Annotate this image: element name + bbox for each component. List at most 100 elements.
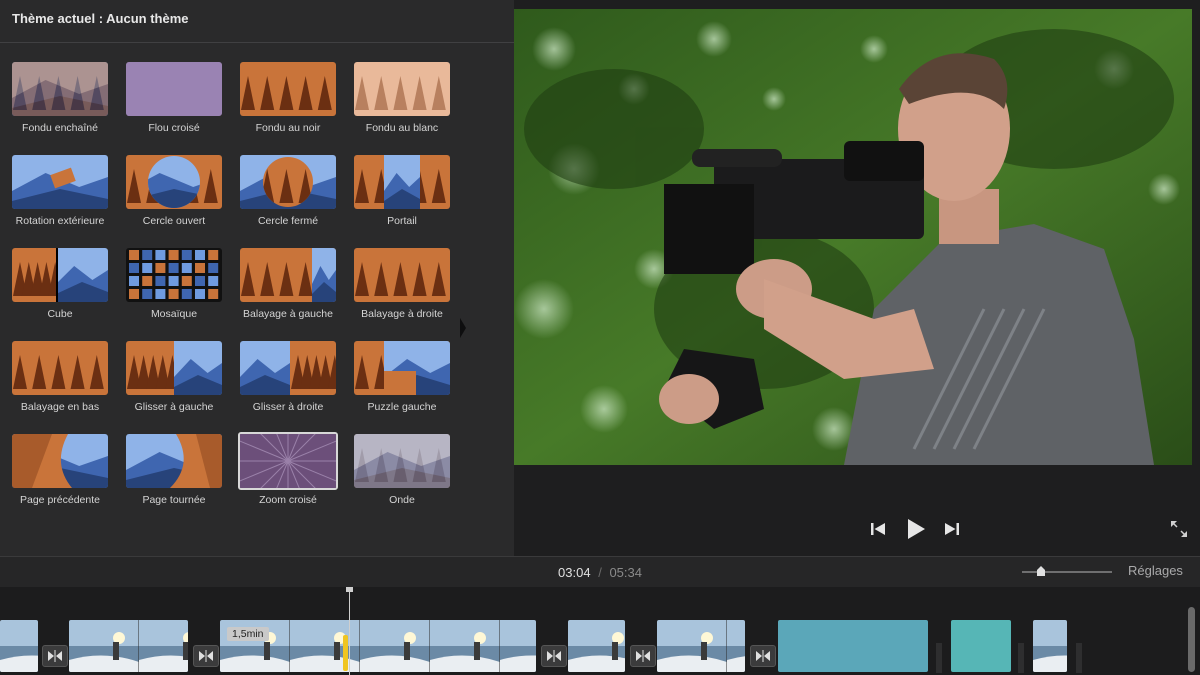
skip-forward-icon[interactable]	[944, 522, 960, 536]
vertical-scrollbar[interactable]	[1188, 607, 1195, 672]
clip-gap	[1076, 643, 1082, 673]
transition-label: Fondu au blanc	[365, 122, 439, 134]
zoom-slider-knob[interactable]	[1036, 565, 1046, 577]
transition-tile[interactable]: Balayage à droite	[352, 248, 452, 324]
transition-tile[interactable]: Balayage à gauche	[238, 248, 338, 324]
panel-divider-handle[interactable]	[460, 318, 466, 338]
transition-tile[interactable]: Fondu enchaîné	[10, 62, 110, 138]
transition-label: Portail	[387, 215, 417, 227]
settings-button[interactable]: Réglages	[1128, 563, 1183, 578]
video-clip[interactable]	[951, 620, 1011, 672]
transition-label: Rotation extérieure	[15, 215, 105, 227]
transition-label: Glisser à gauche	[134, 401, 214, 413]
transition-tile[interactable]: Fondu au blanc	[352, 62, 452, 138]
total-time: 05:34	[609, 565, 642, 580]
transition-tile[interactable]: Zoom croisé	[238, 432, 338, 510]
transition-thumbnail[interactable]	[126, 248, 222, 302]
transition-label: Onde	[389, 494, 415, 506]
clip-gap	[1018, 643, 1024, 673]
transition-thumbnail[interactable]	[354, 248, 450, 302]
transition-marker-icon[interactable]	[193, 645, 219, 667]
fullscreen-icon[interactable]	[1170, 520, 1188, 538]
transition-thumbnail[interactable]	[354, 155, 450, 209]
transitions-grid: Fondu enchaîné Flou croisé Fondu au noir Fo…	[10, 62, 470, 522]
playhead-handle[interactable]	[346, 587, 353, 592]
transition-thumbnail[interactable]	[354, 341, 450, 395]
time-separator: /	[598, 565, 602, 580]
timeline: 1,5min	[0, 587, 1200, 675]
transition-thumbnail[interactable]	[126, 341, 222, 395]
skip-back-icon[interactable]	[870, 522, 886, 536]
transition-label: Glisser à droite	[252, 401, 324, 413]
transition-thumbnail[interactable]	[12, 155, 108, 209]
playback-controls	[514, 512, 1200, 548]
transition-tile[interactable]: Page précédente	[10, 434, 110, 510]
transition-tile[interactable]: Page tournée	[124, 434, 224, 510]
clip-trim-handle[interactable]	[343, 635, 348, 671]
transition-label: Cube	[47, 308, 73, 320]
current-time: 03:04	[558, 565, 591, 580]
viewer-image	[514, 9, 1192, 465]
video-clip[interactable]	[69, 620, 188, 672]
transition-label: Balayage en bas	[20, 401, 100, 413]
transition-label: Zoom croisé	[259, 494, 317, 506]
theme-header: Thème actuel : Aucun thème	[0, 0, 514, 43]
transition-label: Cercle ouvert	[142, 215, 206, 227]
duration-tag: 1,5min	[227, 627, 269, 641]
transition-marker-icon[interactable]	[42, 645, 68, 667]
transition-label: Balayage à droite	[361, 308, 443, 320]
transition-thumbnail[interactable]	[126, 155, 222, 209]
transition-tile[interactable]: Fondu au noir	[238, 62, 338, 138]
theme-title[interactable]: Thème actuel : Aucun thème	[12, 11, 189, 26]
transition-tile[interactable]: Onde	[352, 434, 452, 510]
playhead[interactable]	[349, 587, 350, 675]
transition-thumbnail[interactable]	[12, 434, 108, 488]
transition-thumbnail[interactable]	[354, 434, 450, 488]
transition-label: Cercle fermé	[257, 215, 319, 227]
transition-tile[interactable]: Cercle ouvert	[124, 155, 224, 231]
transition-thumbnail[interactable]	[126, 62, 222, 116]
transition-label: Page tournée	[142, 494, 206, 506]
transition-thumbnail[interactable]	[12, 341, 108, 395]
viewer	[514, 0, 1200, 556]
transition-thumbnail[interactable]	[240, 248, 336, 302]
play-icon[interactable]	[906, 518, 926, 540]
transition-tile[interactable]: Rotation extérieure	[10, 155, 110, 231]
transition-thumbnail[interactable]	[240, 341, 336, 395]
transition-tile[interactable]: Mosaïque	[124, 248, 224, 324]
transition-tile[interactable]: Cercle fermé	[238, 155, 338, 231]
transition-tile[interactable]: Portail	[352, 155, 452, 231]
transition-marker-icon[interactable]	[541, 645, 567, 667]
transition-label: Flou croisé	[148, 122, 200, 134]
transition-thumbnail[interactable]	[354, 62, 450, 116]
transition-label: Balayage à gauche	[243, 308, 333, 320]
transition-marker-icon[interactable]	[750, 645, 776, 667]
transition-thumbnail[interactable]	[240, 62, 336, 116]
transition-tile[interactable]: Puzzle gauche	[352, 341, 452, 417]
video-clip[interactable]	[778, 620, 928, 672]
transition-thumbnail[interactable]	[12, 248, 108, 302]
transition-thumbnail[interactable]	[240, 155, 336, 209]
video-clip[interactable]	[568, 620, 625, 672]
video-clip[interactable]	[0, 620, 38, 672]
transition-label: Mosaïque	[150, 308, 198, 320]
video-clip[interactable]	[657, 620, 745, 672]
timeline-toolbar: 03:04 / 05:34 Réglages	[0, 556, 1200, 588]
transition-thumbnail[interactable]	[126, 434, 222, 488]
timecode: 03:04 / 05:34	[0, 565, 1200, 580]
clip-gap	[936, 643, 942, 673]
transition-tile[interactable]: Glisser à droite	[238, 341, 338, 417]
transitions-panel: Thème actuel : Aucun thème Fondu enchaîn…	[0, 0, 514, 556]
transition-tile[interactable]: Glisser à gauche	[124, 341, 224, 417]
transition-thumbnail[interactable]	[238, 432, 338, 490]
video-clip[interactable]	[1033, 620, 1067, 672]
transition-tile[interactable]: Balayage en bas	[10, 341, 110, 417]
transition-marker-icon[interactable]	[630, 645, 656, 667]
transition-thumbnail[interactable]	[12, 62, 108, 116]
transition-label: Fondu au noir	[255, 122, 321, 134]
transition-tile[interactable]: Flou croisé	[124, 62, 224, 138]
transition-label: Fondu enchaîné	[22, 122, 98, 134]
transition-label: Page précédente	[20, 494, 100, 506]
transition-label: Puzzle gauche	[367, 401, 437, 413]
transition-tile[interactable]: Cube	[10, 248, 110, 324]
